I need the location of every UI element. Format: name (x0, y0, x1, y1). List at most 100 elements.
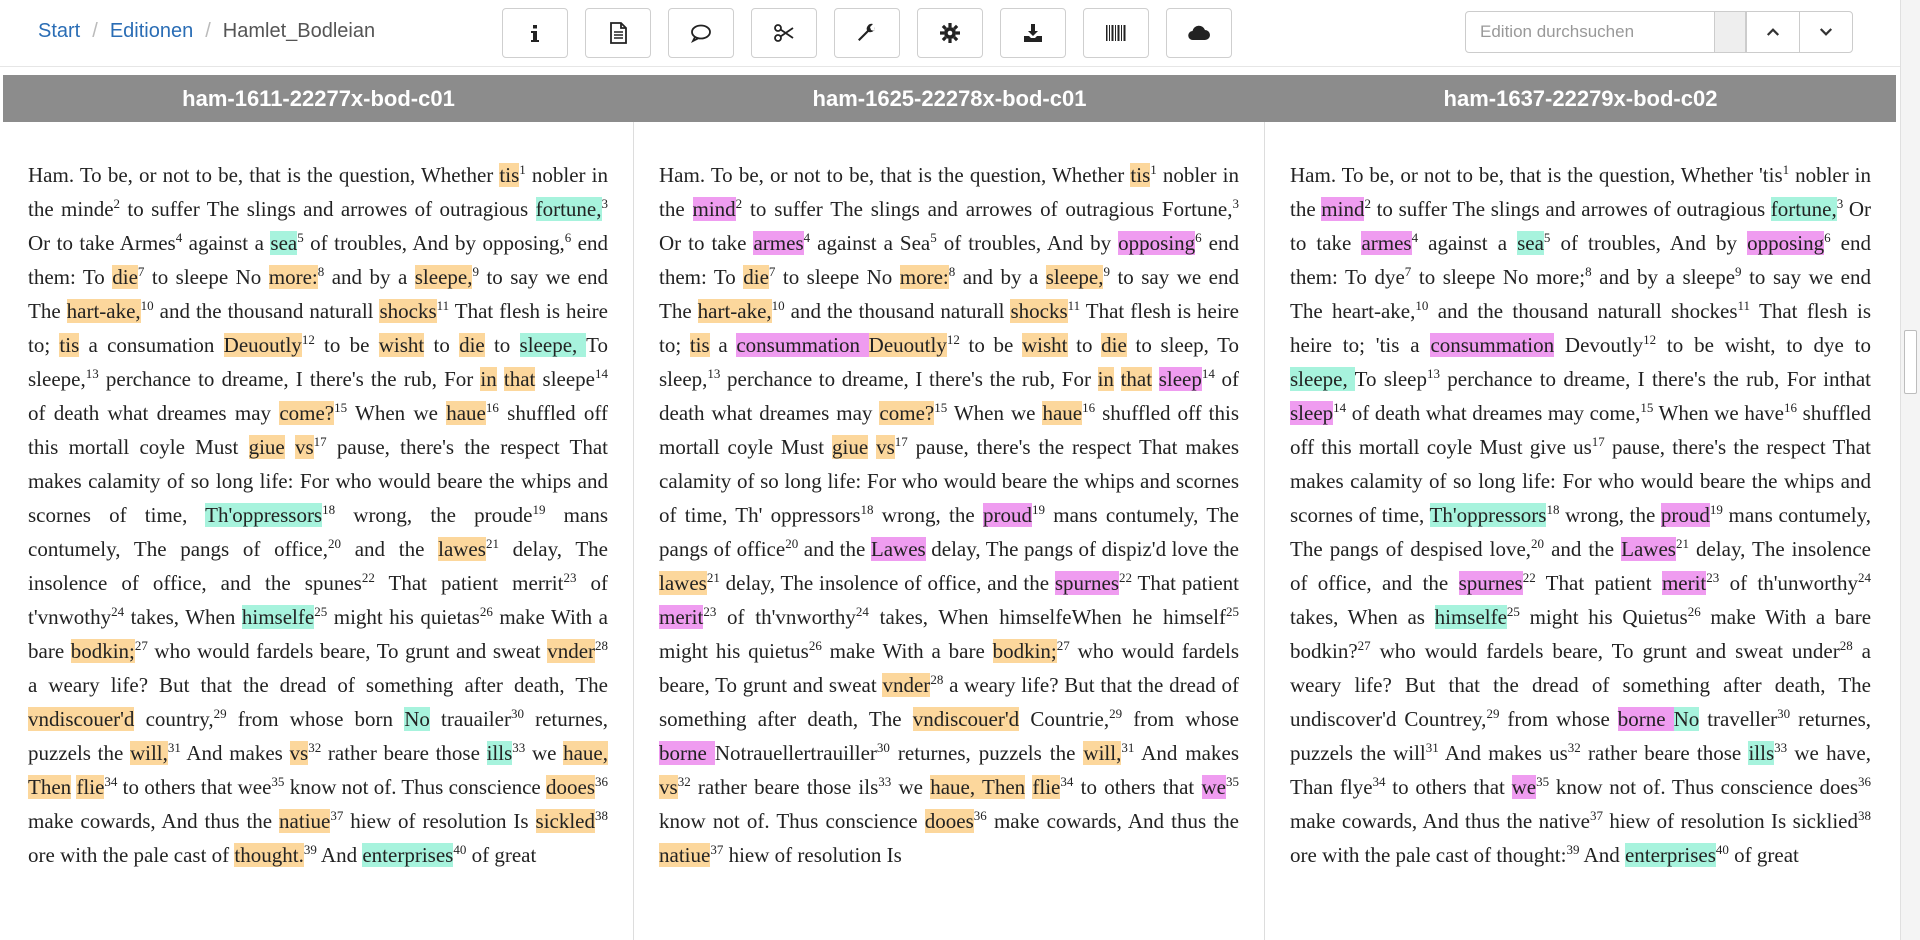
footnote-ref[interactable]: 20 (785, 536, 798, 551)
footnote-ref[interactable]: 22 (362, 570, 375, 585)
variant-highlight[interactable]: flie (1032, 775, 1061, 799)
variant-highlight[interactable]: wisht (1021, 333, 1068, 357)
variant-highlight[interactable]: consummation (736, 333, 869, 357)
footnote-ref[interactable]: 3 (1233, 196, 1240, 211)
variant-highlight[interactable]: giue (832, 435, 869, 459)
settings-button[interactable] (917, 8, 983, 58)
footnote-ref[interactable]: 32 (678, 774, 691, 789)
footnote-ref[interactable]: 31 (1426, 740, 1439, 755)
scrollbar[interactable] (1900, 0, 1920, 940)
footnote-ref[interactable]: 24 (1858, 570, 1871, 585)
variant-highlight[interactable]: bodkin; (992, 639, 1057, 663)
footnote-ref[interactable]: 30 (511, 706, 524, 721)
footnote-ref[interactable]: 30 (1777, 706, 1790, 721)
footnote-ref[interactable]: 25 (1507, 604, 1520, 619)
variant-highlight[interactable]: enterprises (1624, 843, 1716, 867)
variant-highlight[interactable]: tis (1130, 163, 1151, 187)
variant-highlight[interactable]: consummation (1430, 333, 1555, 357)
footnote-ref[interactable]: 26 (809, 638, 822, 653)
footnote-ref[interactable]: 38 (1858, 808, 1871, 823)
variant-highlight[interactable]: more: (268, 265, 318, 289)
footnote-ref[interactable]: 10 (141, 298, 154, 313)
footnote-ref[interactable]: 39 (304, 842, 317, 857)
variant-highlight[interactable]: natiue (279, 809, 331, 833)
variant-highlight[interactable]: mind (692, 197, 736, 221)
variant-highlight[interactable]: fortune, (535, 197, 602, 221)
footnote-ref[interactable]: 19 (1710, 502, 1723, 517)
footnote-ref[interactable]: 17 (1592, 434, 1605, 449)
footnote-ref[interactable]: 35 (271, 774, 284, 789)
variant-highlight[interactable]: lawes (659, 571, 707, 595)
variant-highlight[interactable]: borne (1617, 707, 1674, 731)
variant-highlight[interactable]: dooes (546, 775, 595, 799)
variant-highlight[interactable]: vndiscouer'd (912, 707, 1020, 731)
footnote-ref[interactable]: 23 (563, 570, 576, 585)
footnote-ref[interactable]: 13 (86, 366, 99, 381)
variant-highlight[interactable]: sleep (1158, 367, 1202, 391)
footnote-ref[interactable]: 14 (1202, 366, 1215, 381)
footnote-ref[interactable]: 25 (1226, 604, 1239, 619)
footnote-ref[interactable]: 12 (947, 332, 960, 347)
footnote-ref[interactable]: 3 (602, 196, 609, 211)
variant-highlight[interactable]: wisht (378, 333, 425, 357)
footnote-ref[interactable]: 16 (1082, 400, 1095, 415)
footnote-ref[interactable]: 14 (595, 366, 608, 381)
variant-highlight[interactable]: armes (753, 231, 804, 255)
variant-highlight[interactable]: ills (1748, 741, 1775, 765)
variant-highlight[interactable]: tis (59, 333, 80, 357)
footnote-ref[interactable]: 40 (453, 842, 466, 857)
variant-highlight[interactable]: vs (659, 775, 678, 799)
footnote-ref[interactable]: 32 (1568, 740, 1581, 755)
footnote-ref[interactable]: 18 (322, 502, 335, 517)
footnote-ref[interactable]: 31 (1121, 740, 1134, 755)
previous-result-button[interactable] (1746, 11, 1800, 53)
footnote-ref[interactable]: 40 (1716, 842, 1729, 857)
footnote-ref[interactable]: 22 (1523, 570, 1536, 585)
variant-highlight[interactable]: die (1101, 333, 1127, 357)
variant-highlight[interactable]: sleepe, (414, 265, 473, 289)
variant-highlight[interactable]: borne (659, 741, 715, 765)
variant-highlight[interactable]: tis (499, 163, 520, 187)
variant-highlight[interactable]: in (1097, 367, 1114, 391)
footnote-ref[interactable]: 26 (480, 604, 493, 619)
footnote-ref[interactable]: 15 (934, 400, 947, 415)
variant-highlight[interactable]: haue (446, 401, 486, 425)
variant-highlight[interactable]: giue (248, 435, 285, 459)
variant-highlight[interactable]: proud (982, 503, 1032, 527)
footnote-ref[interactable]: 19 (1032, 502, 1045, 517)
footnote-ref[interactable]: 16 (486, 400, 499, 415)
footnote-ref[interactable]: 19 (533, 502, 546, 517)
variant-highlight[interactable]: vs (876, 435, 895, 459)
footnote-ref[interactable]: 34 (1373, 774, 1386, 789)
variant-highlight[interactable]: No (404, 707, 430, 731)
search-input[interactable] (1465, 11, 1715, 53)
footnote-ref[interactable]: 33 (512, 740, 525, 755)
variant-highlight[interactable]: hart-ake, (697, 299, 772, 323)
footnote-ref[interactable]: 18 (1546, 502, 1559, 517)
footnote-ref[interactable]: 12 (1643, 332, 1656, 347)
footnote-ref[interactable]: 38 (595, 808, 608, 823)
barcode-button[interactable] (1083, 8, 1149, 58)
variant-highlight[interactable]: Lawes (1621, 537, 1676, 561)
footnote-ref[interactable]: 27 (135, 638, 148, 653)
variant-highlight[interactable]: vnder (882, 673, 931, 697)
variant-highlight[interactable]: opposing (1118, 231, 1196, 255)
footnote-ref[interactable]: 28 (930, 672, 943, 687)
breadcrumb-editionen-link[interactable]: Editionen (110, 20, 193, 42)
footnote-ref[interactable]: 34 (1060, 774, 1073, 789)
variant-highlight[interactable]: we (1201, 775, 1226, 799)
variant-highlight[interactable]: armes (1361, 231, 1412, 255)
variant-highlight[interactable]: vnder (547, 639, 596, 663)
variant-highlight[interactable]: proud (1660, 503, 1710, 527)
variant-highlight[interactable]: bodkin; (70, 639, 135, 663)
variant-highlight[interactable]: come? (879, 401, 935, 425)
variant-highlight[interactable]: mind (1321, 197, 1365, 221)
variant-highlight[interactable]: vs (294, 435, 314, 459)
variant-highlight[interactable]: himselfe (241, 605, 315, 629)
variant-highlight[interactable]: spurnes (1458, 571, 1523, 595)
footnote-ref[interactable]: 23 (1706, 570, 1719, 585)
footnote-ref[interactable]: 34 (104, 774, 117, 789)
footnote-ref[interactable]: 28 (595, 638, 608, 653)
footnote-ref[interactable]: 28 (1840, 638, 1853, 653)
variant-highlight[interactable]: fortune, (1770, 197, 1837, 221)
